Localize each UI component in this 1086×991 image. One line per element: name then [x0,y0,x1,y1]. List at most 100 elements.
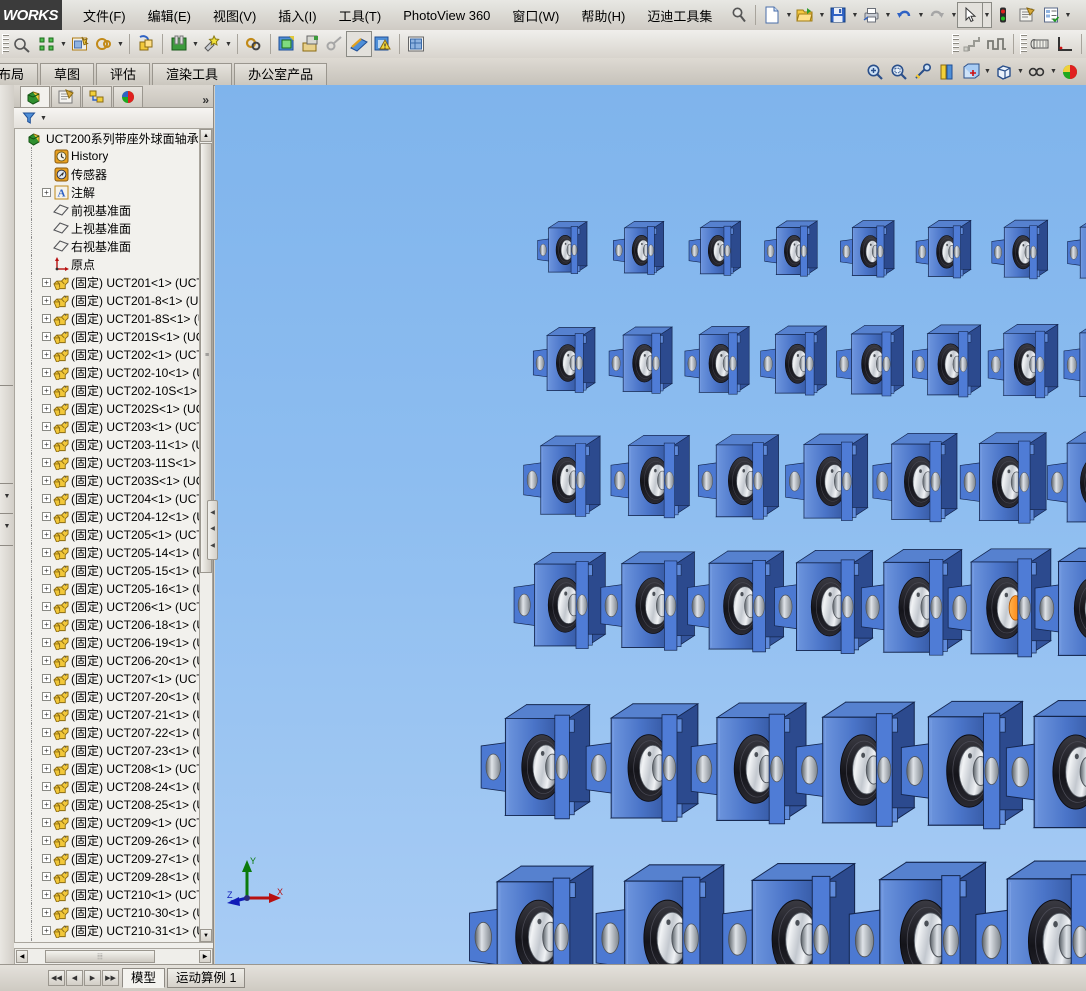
bottom-tab-model[interactable]: 模型 [122,968,166,988]
tree-item-uct203-11[interactable]: + (固定) UCT203-11<1> (U [15,435,199,453]
tree-expand-icon[interactable]: + [42,403,51,413]
rebuild-traffic-light-icon[interactable] [991,3,1015,27]
display-style-icon[interactable] [992,60,1016,84]
tree-expand-icon[interactable]: + [42,691,51,701]
tree-item-uct207-21[interactable]: + (固定) UCT207-21<1> (U [15,705,199,723]
tree-item-uct208[interactable]: + (固定) UCT208<1> (UCT: [15,759,199,777]
bearing-unit[interactable] [690,702,808,825]
tree-item-sensors[interactable]: 传感器 [15,165,199,183]
tree-item-annotations[interactable]: + A 注解 [15,183,199,201]
tree-expand-icon[interactable]: + [42,457,51,467]
tree-expand-icon[interactable]: + [42,637,51,647]
bom-table-icon[interactable] [404,32,428,56]
tree-item-uct201[interactable]: + (固定) UCT201<1> (UCT: [15,273,199,291]
save-dropdown-icon[interactable]: ▼ [850,3,859,27]
tab-office-products[interactable]: 办公室产品 [234,63,328,85]
tree-expand-icon[interactable]: + [42,349,51,359]
open-document-dropdown-icon[interactable]: ▼ [817,3,826,27]
tree-item-uct210[interactable]: + (固定) UCT210<1> (UCT: [15,885,199,903]
bearing-unit[interactable] [991,219,1049,280]
configuration-manager-tab[interactable] [82,86,112,107]
bearing-unit[interactable] [688,220,742,276]
hscroll-right-button[interactable]: ▶ [199,950,211,963]
hole-series-icon[interactable] [299,32,323,56]
bearing-unit[interactable] [600,551,696,652]
bearing-unit[interactable] [915,219,972,279]
row-uct210-211-series[interactable] [469,860,1086,965]
mate-dropdown-icon[interactable]: ▼ [116,32,125,56]
tree-item-uct202[interactable]: + (固定) UCT202<1> (UCT: [15,345,199,363]
bearing-unit[interactable] [585,703,700,823]
tree-item-uct205[interactable]: + (固定) UCT205<1> (UCT: [15,525,199,543]
interference-detection-icon[interactable] [275,32,299,56]
bottom-tab-motion-study-1[interactable]: 运动算例 1 [167,968,246,988]
tree-item-uct202-10[interactable]: + (固定) UCT202-10<1> (U [15,363,199,381]
hscroll-thumb[interactable]: ⦙⦙⦙ [45,950,155,963]
tree-expand-icon[interactable]: + [42,925,51,935]
zoom-in-out-icon[interactable] [911,60,935,84]
new-document-dropdown-icon[interactable]: ▼ [784,3,793,27]
bearing-unit[interactable] [513,551,607,650]
tree-expand-icon[interactable]: + [42,565,51,575]
tree-item-uct209-27[interactable]: + (固定) UCT209-27<1> (U [15,849,199,867]
nav-next-button[interactable]: ▶ [84,970,101,986]
tree-item-uct210-30[interactable]: + (固定) UCT210-30<1> (U [15,903,199,921]
tree-item-uct209[interactable]: + (固定) UCT209<1> (UCT: [15,813,199,831]
tab-render-tools[interactable]: 渲染工具 [152,63,233,85]
tree-expand-icon[interactable]: + [42,529,51,539]
tree-expand-icon[interactable]: + [42,475,51,485]
tree-item-uct204[interactable]: + (固定) UCT204<1> (UCT: [15,489,199,507]
tree-item-uct201-8[interactable]: + (固定) UCT201-8<1> (UC [15,291,199,309]
reference-geometry-icon[interactable] [1053,32,1077,56]
interference-warning-icon[interactable] [371,32,395,56]
move-component-icon[interactable] [134,32,158,56]
bearing-unit[interactable] [1047,431,1086,526]
linear-pattern-icon[interactable] [35,32,59,56]
tree-item-uct206-20[interactable]: + (固定) UCT206-20<1> (U [15,651,199,669]
tree-item-uct204-12[interactable]: + (固定) UCT204-12<1> (U [15,507,199,525]
feature-tree-filter-bar[interactable]: ▼ [14,108,213,129]
tab-sketch[interactable]: 草图 [40,63,95,85]
properties-list-icon[interactable] [1039,3,1063,27]
tree-item-uct203-11s[interactable]: + (固定) UCT203-11S<1> ( [15,453,199,471]
tab-evaluate[interactable]: 评估 [96,63,151,85]
feature-tree-horizontal-scrollbar[interactable]: ◀ ⦙⦙⦙ ▶ [14,948,213,965]
tree-expand-icon[interactable]: + [42,601,51,611]
toolbar-gripper-2[interactable] [952,34,959,54]
toolbar-gripper-3[interactable] [1020,34,1027,54]
tree-item-right-plane[interactable]: 右视基准面 [15,237,199,255]
bearing-unit[interactable] [687,550,785,653]
tree-expand-icon[interactable]: + [42,817,51,827]
linear-pattern-dropdown-icon[interactable]: ▼ [59,32,68,56]
bearing-unit[interactable] [774,549,874,655]
zoom-to-area-icon[interactable] [887,60,911,84]
tree-expand-icon[interactable]: + [42,313,51,323]
tree-item-front-plane[interactable]: 前视基准面 [15,201,199,219]
section-view-icon[interactable] [346,31,372,57]
tree-expand-icon[interactable]: + [42,421,51,431]
tree-item-uct206-18[interactable]: + (固定) UCT206-18<1> (U [15,615,199,633]
tree-expand-icon[interactable]: + [42,799,51,809]
tree-item-uct208-24[interactable]: + (固定) UCT208-24<1> (U [15,777,199,795]
flyout-expand-icon-2[interactable]: ▼ [2,520,12,532]
bearing-unit[interactable] [595,864,726,965]
tree-expand-icon[interactable]: + [42,871,51,881]
properties-dropdown-icon[interactable]: ▼ [1063,3,1072,27]
hide-show-dropdown-icon[interactable]: ▼ [1049,60,1058,84]
row-uct201-series[interactable] [537,219,1086,282]
tree-expand-icon[interactable]: + [42,853,51,863]
options-gear-icon[interactable] [1015,3,1039,27]
tree-expand-icon[interactable]: + [42,511,51,521]
nav-prev-button[interactable]: ◀ [66,970,83,986]
nav-first-button[interactable]: ◀◀ [48,970,65,986]
tree-item-uct205-15[interactable]: + (固定) UCT205-15<1> (U [15,561,199,579]
tree-expand-icon[interactable]: + [42,385,51,395]
tree-item-uct206[interactable]: + (固定) UCT206<1> (UCT: [15,597,199,615]
smart-fasteners-icon[interactable] [200,32,224,56]
menu-file[interactable]: 文件(F) [72,4,137,27]
tree-expand-icon[interactable]: + [42,727,51,737]
tree-item-uct210-31[interactable]: + (固定) UCT210-31<1> (U [15,921,199,939]
panel-expand-chevron-icon[interactable]: » [202,93,209,107]
bearing-unit[interactable] [537,221,588,275]
bearing-unit[interactable] [608,326,674,394]
